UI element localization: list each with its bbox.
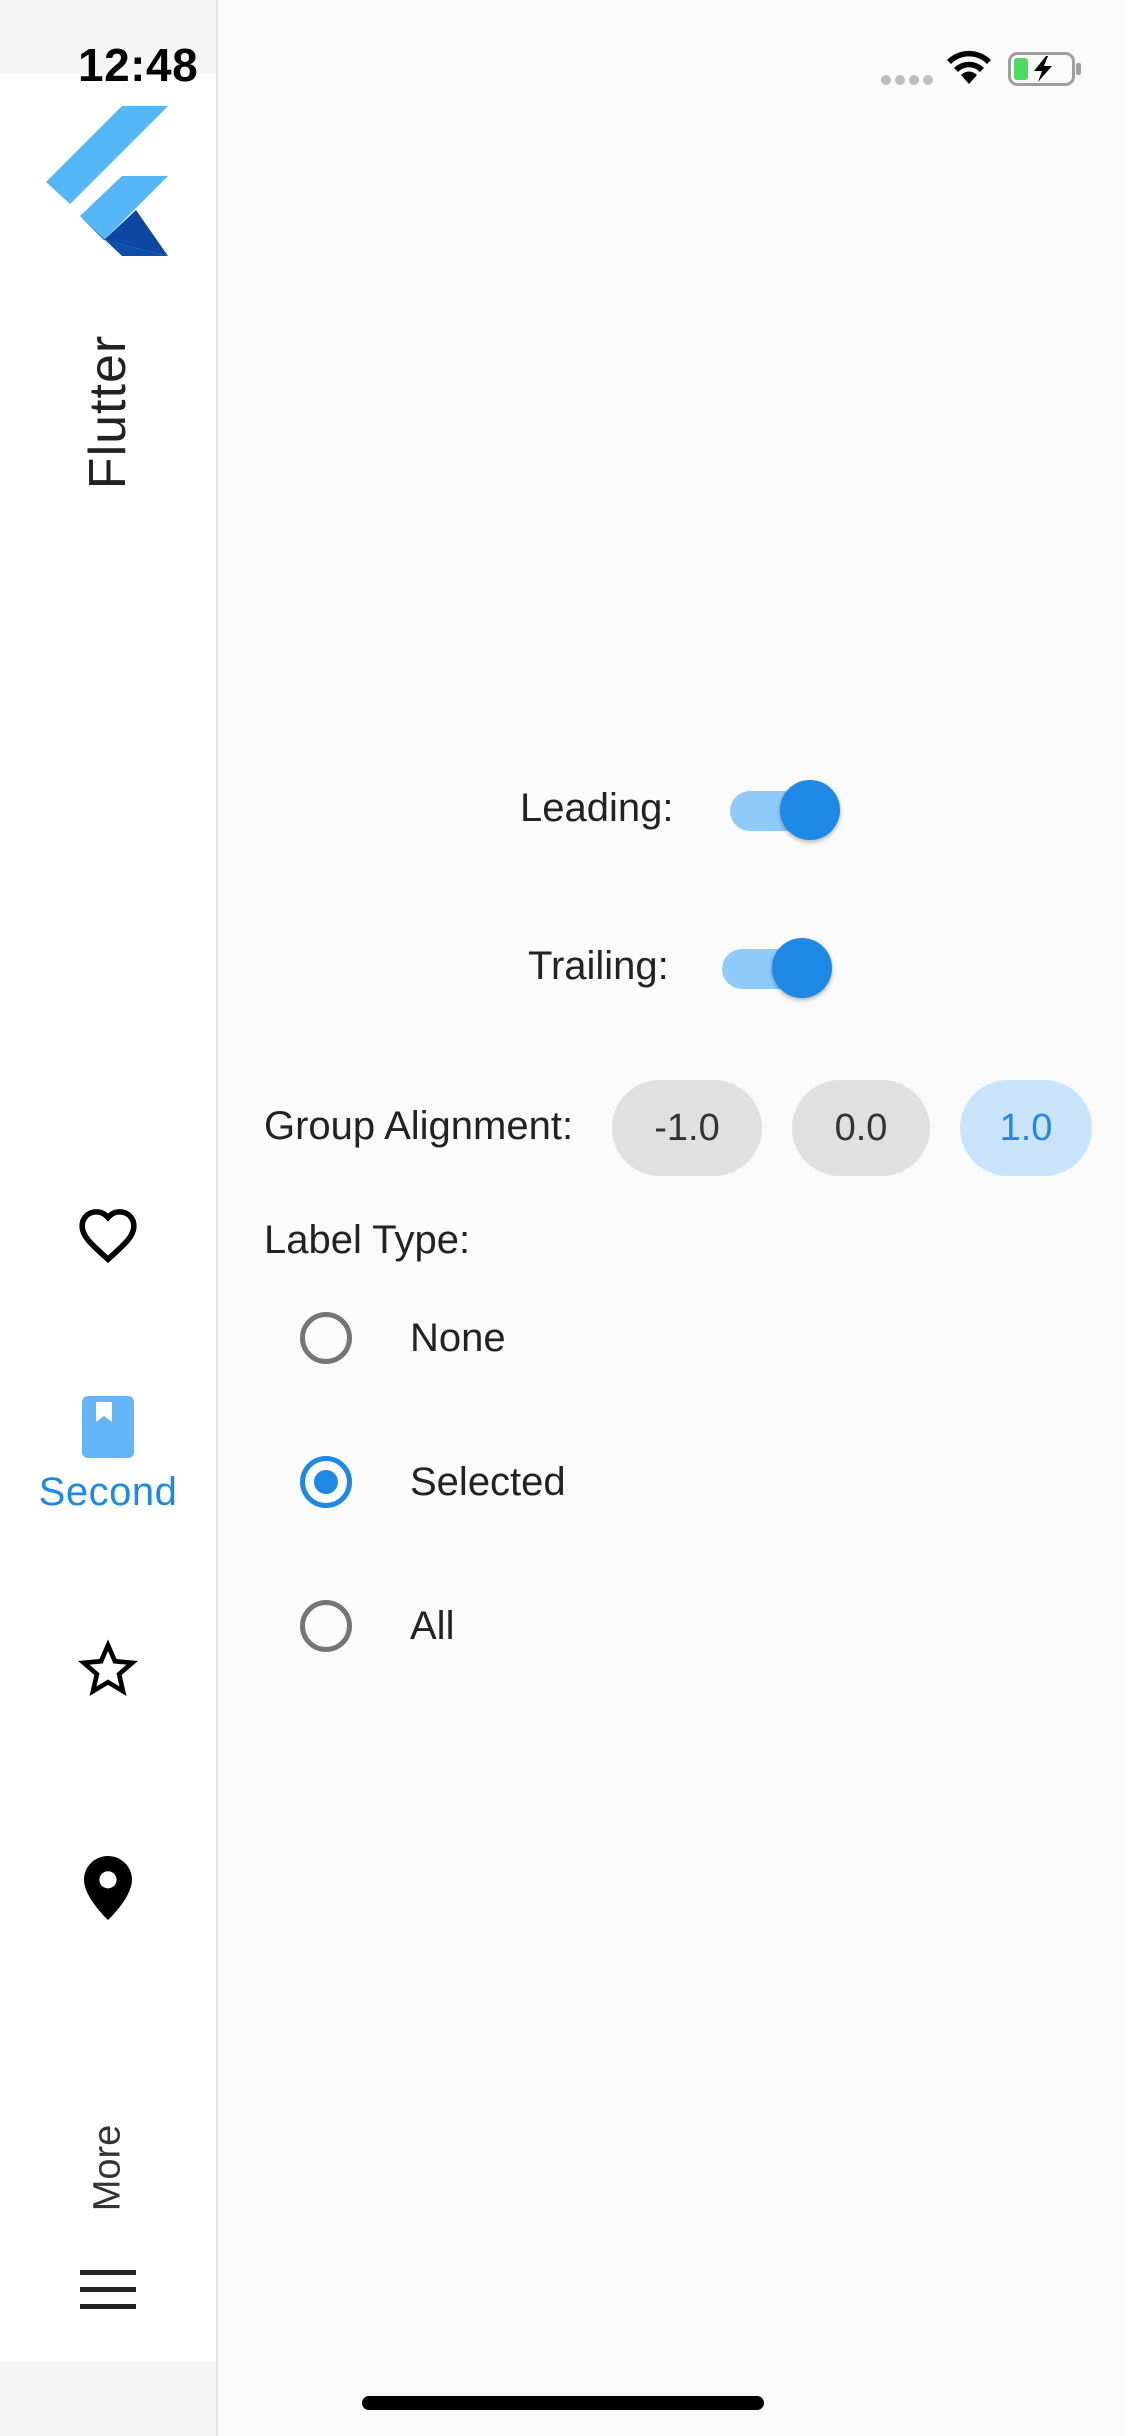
star-outline-icon xyxy=(78,1639,138,1697)
radio-button[interactable] xyxy=(300,1456,352,1508)
alignment-chip-zero[interactable]: 0.0 xyxy=(792,1080,930,1176)
switch-thumb xyxy=(780,780,840,840)
trailing-switch[interactable] xyxy=(722,938,832,998)
status-time: 12:48 xyxy=(78,39,199,91)
rail-destination-label: Second xyxy=(38,1470,178,1514)
rail-destination-favorite[interactable] xyxy=(0,1204,216,1264)
wifi-icon xyxy=(947,50,991,84)
label-type-label: Label Type: xyxy=(264,1218,471,1262)
alignment-chip-minus-one[interactable]: -1.0 xyxy=(612,1080,762,1176)
cellular-signal-icon xyxy=(881,75,933,85)
heart-outline-icon xyxy=(79,1209,137,1264)
trailing-label: Trailing: xyxy=(528,944,669,988)
label-type-option-none[interactable]: None xyxy=(300,1298,506,1378)
rail-destination-location[interactable] xyxy=(0,1856,216,1920)
hamburger-menu-icon[interactable] xyxy=(80,2270,136,2310)
navigation-rail: Flutter Second More xyxy=(0,0,216,2436)
location-pin-icon xyxy=(84,1856,132,1920)
rail-title: Flutter xyxy=(79,334,137,490)
rail-destination-second[interactable]: Second xyxy=(0,1396,216,1515)
radio-label: None xyxy=(410,1315,506,1360)
home-indicator[interactable] xyxy=(362,2396,764,2410)
group-alignment-label: Group Alignment: xyxy=(264,1104,574,1148)
leading-switch[interactable] xyxy=(730,780,840,840)
rail-bottom-area xyxy=(0,2362,216,2436)
status-bar: 12:48 xyxy=(0,0,1125,132)
switch-thumb xyxy=(772,938,832,998)
app-screen: Flutter Second More 12:48 Leading: Trail… xyxy=(0,0,1125,2436)
rail-divider xyxy=(216,0,218,2436)
radio-button[interactable] xyxy=(300,1312,352,1364)
radio-label: All xyxy=(410,1603,455,1648)
bookmark-icon xyxy=(82,1396,134,1458)
label-type-option-all[interactable]: All xyxy=(300,1586,454,1666)
battery-charging-icon xyxy=(1008,52,1081,86)
label-type-option-selected[interactable]: Selected xyxy=(300,1442,566,1522)
more-label: More xyxy=(86,2124,129,2212)
radio-label: Selected xyxy=(410,1459,566,1504)
radio-button[interactable] xyxy=(300,1600,352,1652)
alignment-chip-one[interactable]: 1.0 xyxy=(960,1080,1092,1176)
rail-destination-star[interactable] xyxy=(0,1638,216,1700)
leading-label: Leading: xyxy=(520,786,674,830)
